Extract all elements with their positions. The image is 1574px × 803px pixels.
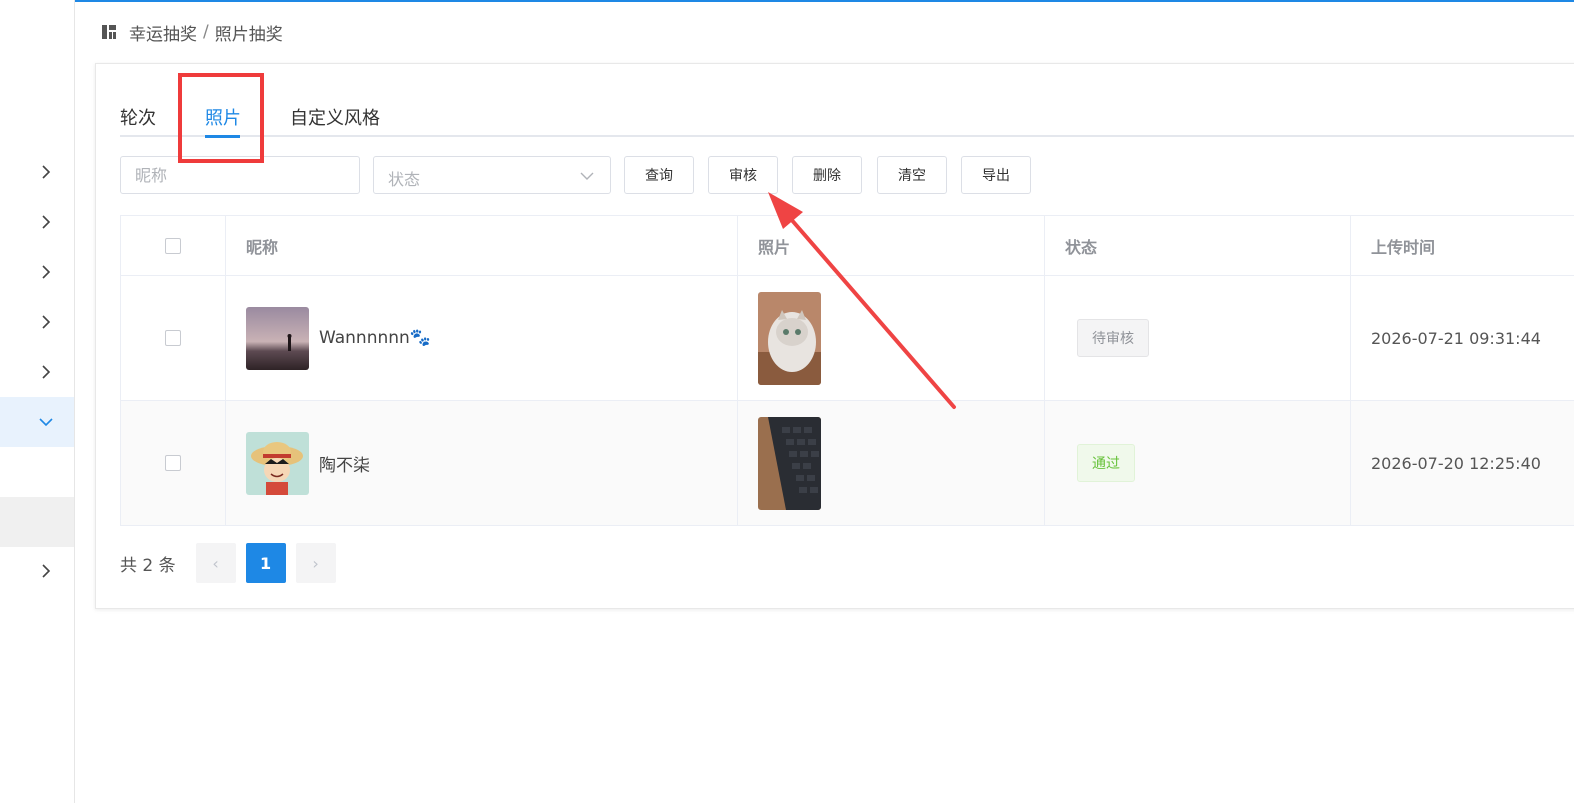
avatar bbox=[246, 431, 309, 495]
status-select[interactable]: 状态 bbox=[373, 156, 611, 194]
table-header-row: 昵称 照片 状态 上传时间 bbox=[121, 216, 1574, 276]
annotation-highlight-box bbox=[178, 73, 264, 163]
sidebar-item-2[interactable] bbox=[0, 197, 74, 247]
sidebar bbox=[0, 0, 75, 803]
chevron-right-icon bbox=[42, 215, 51, 229]
top-accent-line bbox=[75, 0, 1574, 2]
tab-divider bbox=[120, 135, 1574, 137]
status-badge: 通过 bbox=[1077, 444, 1135, 482]
chevron-right-icon bbox=[42, 564, 51, 578]
select-all-checkbox[interactable] bbox=[165, 237, 181, 254]
photo-table: 昵称 照片 状态 上传时间 Wannnnnn🐾 待审核 2026-07-21 0… bbox=[120, 215, 1574, 526]
review-button[interactable]: 审核 bbox=[708, 156, 778, 194]
chevron-right-icon bbox=[42, 315, 51, 329]
chevron-down-icon bbox=[580, 172, 594, 180]
sidebar-item-7[interactable] bbox=[0, 546, 74, 596]
status-badge: 待审核 bbox=[1077, 319, 1149, 357]
breadcrumb: 幸运抽奖 / 照片抽奖 bbox=[101, 20, 283, 45]
prev-page-button[interactable]: ‹ bbox=[195, 543, 236, 583]
pagination: 共 2 条 ‹ 1 › bbox=[120, 543, 346, 583]
sidebar-subitem-1[interactable] bbox=[0, 447, 74, 497]
chevron-right-icon bbox=[42, 265, 51, 279]
avatar bbox=[246, 306, 309, 370]
page-number-button[interactable]: 1 bbox=[245, 543, 286, 583]
sidebar-item-lucky-draw[interactable] bbox=[0, 397, 74, 447]
upload-time: 2026-07-20 12:25:40 bbox=[1371, 453, 1541, 473]
upload-time: 2026-07-21 09:31:44 bbox=[1371, 328, 1541, 348]
total-count: 共 2 条 bbox=[120, 555, 176, 576]
main-panel: 轮次 照片 自定义风格 状态 查询 审核 删除 清空 导出 昵称 照片 状态 上… bbox=[95, 63, 1574, 609]
nickname-text: Wannnnnn🐾 bbox=[319, 328, 431, 348]
tab-rounds[interactable]: 轮次 bbox=[120, 104, 156, 130]
uploaded-photo[interactable] bbox=[758, 291, 821, 385]
table-row: 陶不柒 通过 2026-07-20 12:25:40 bbox=[121, 401, 1574, 526]
sidebar-subitem-photo-draw[interactable] bbox=[0, 497, 74, 547]
tab-bar: 轮次 照片 自定义风格 bbox=[120, 94, 1574, 138]
table-row: Wannnnnn🐾 待审核 2026-07-21 09:31:44 bbox=[121, 276, 1574, 401]
uploaded-photo[interactable] bbox=[758, 416, 821, 510]
sidebar-item-4[interactable] bbox=[0, 297, 74, 347]
delete-button[interactable]: 删除 bbox=[792, 156, 862, 194]
column-header-nickname: 昵称 bbox=[226, 216, 738, 275]
status-select-placeholder: 状态 bbox=[388, 170, 421, 189]
sidebar-item-3[interactable] bbox=[0, 247, 74, 297]
row-checkbox[interactable] bbox=[165, 455, 181, 471]
dashboard-icon bbox=[102, 25, 116, 39]
nickname-text: 陶不柒 bbox=[319, 455, 370, 476]
breadcrumb-current: 照片抽奖 bbox=[214, 24, 283, 45]
row-checkbox[interactable] bbox=[165, 330, 181, 346]
chevron-right-icon bbox=[42, 365, 51, 379]
breadcrumb-separator: / bbox=[203, 22, 209, 42]
clear-button[interactable]: 清空 bbox=[877, 156, 947, 194]
sidebar-item-5[interactable] bbox=[0, 347, 74, 397]
column-header-photo: 照片 bbox=[738, 216, 1045, 275]
column-header-status: 状态 bbox=[1045, 216, 1351, 275]
column-header-upload-time: 上传时间 bbox=[1371, 237, 1436, 257]
tab-custom-style[interactable]: 自定义风格 bbox=[290, 104, 380, 130]
sidebar-item-1[interactable] bbox=[0, 147, 74, 197]
chevron-right-icon bbox=[42, 165, 51, 179]
chevron-down-icon bbox=[39, 418, 53, 427]
breadcrumb-parent[interactable]: 幸运抽奖 bbox=[129, 20, 197, 45]
export-button[interactable]: 导出 bbox=[961, 156, 1031, 194]
query-button[interactable]: 查询 bbox=[624, 156, 694, 194]
next-page-button[interactable]: › bbox=[295, 543, 336, 583]
